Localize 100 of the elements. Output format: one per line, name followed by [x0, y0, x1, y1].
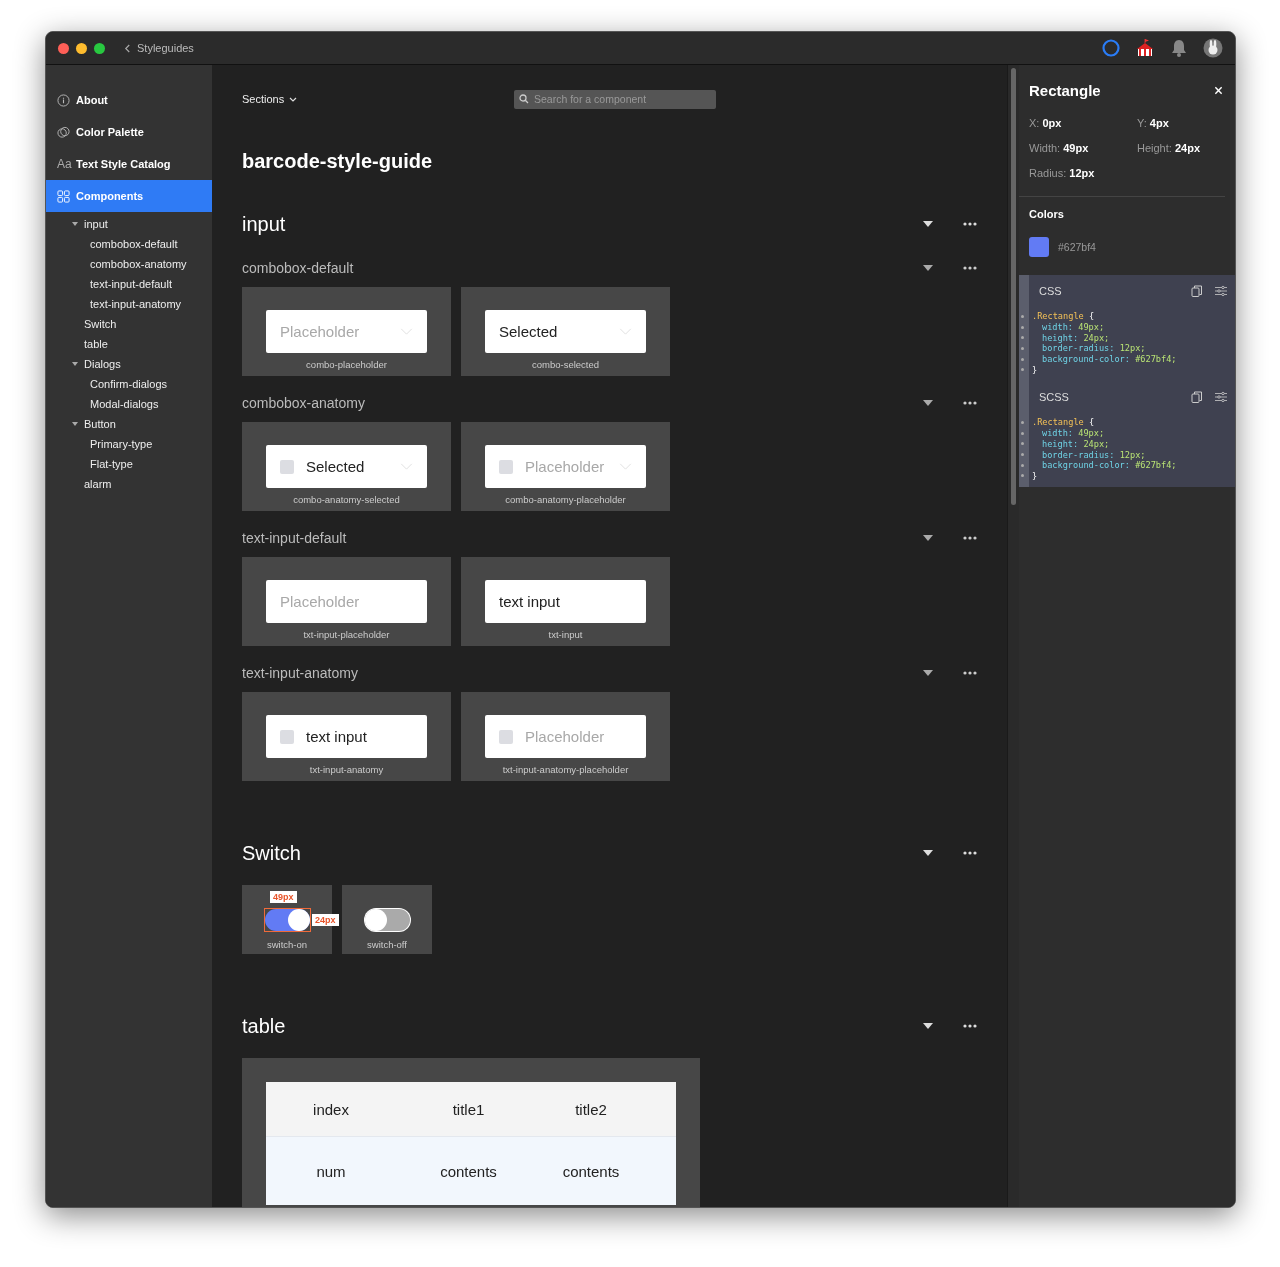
- caret-down-icon[interactable]: [923, 400, 933, 406]
- caret-down-icon[interactable]: [923, 1023, 933, 1029]
- close-icon[interactable]: [1214, 86, 1223, 95]
- tree-item[interactable]: text-input-default: [90, 278, 172, 290]
- tree-item[interactable]: Dialogs: [84, 358, 121, 370]
- tree-item[interactable]: alarm: [84, 478, 112, 490]
- tree-item[interactable]: Primary-type: [90, 438, 153, 450]
- table-header: index: [312, 1100, 350, 1118]
- sliders-icon[interactable]: [1215, 391, 1227, 404]
- copy-icon[interactable]: [1191, 391, 1203, 404]
- table-header: title2: [574, 1100, 608, 1118]
- sidebar-item[interactable]: Aa Text Style Catalog: [46, 148, 212, 180]
- code-line: .Rectangle {: [1032, 311, 1095, 322]
- tree-item[interactable]: Modal-dialogs: [90, 398, 159, 410]
- property-text: Height: 24px: [1137, 141, 1201, 156]
- tree-item[interactable]: Flat-type: [90, 458, 133, 470]
- text-input[interactable]: text input: [266, 715, 427, 758]
- page-title: barcode-style-guide: [242, 149, 434, 173]
- toggle-switch[interactable]: [264, 909, 310, 931]
- bell-icon[interactable]: [1169, 38, 1189, 58]
- checkbox[interactable]: [499, 729, 513, 744]
- tree-item[interactable]: combobox-anatomy: [90, 258, 187, 270]
- component-card[interactable]: Selected combo-selected: [461, 287, 670, 376]
- sidebar-item[interactable]: Color Palette: [46, 116, 212, 148]
- close-window-button[interactable]: [58, 42, 69, 54]
- property-text: Radius: 12px: [1029, 166, 1096, 181]
- property-text: Width: 49px: [1029, 141, 1090, 156]
- code-line: border-radius: 12px;: [1041, 449, 1146, 460]
- tree-item[interactable]: Button: [84, 418, 116, 430]
- more-icon[interactable]: [963, 851, 977, 855]
- checkbox[interactable]: [280, 729, 294, 744]
- scrollbar[interactable]: [1011, 68, 1016, 505]
- component-card[interactable]: text input txt-input-anatomy: [242, 692, 451, 781]
- expand-arrow-icon[interactable]: [72, 361, 78, 367]
- component-card[interactable]: Placeholder txt-input-placeholder: [242, 557, 451, 646]
- group-title: text-input-default: [242, 529, 348, 547]
- color-swatch[interactable]: [1029, 237, 1049, 257]
- sliders-icon[interactable]: [1215, 285, 1227, 297]
- ring-icon[interactable]: [1101, 38, 1121, 58]
- card-caption: switch-on: [266, 939, 308, 950]
- tree-item[interactable]: combobox-default: [90, 238, 178, 250]
- sections-dropdown[interactable]: Sections: [242, 93, 298, 105]
- code-line: width: 49px;: [1041, 428, 1105, 439]
- width-measure-label: 49px: [270, 891, 297, 903]
- code-line: background-color: #627bf4;: [1041, 354, 1177, 365]
- colors-heading: Colors: [1028, 207, 1065, 220]
- caret-down-icon[interactable]: [923, 221, 933, 227]
- code-language-label: CSS: [1039, 285, 1063, 297]
- component-card[interactable]: Selected combo-anatomy-selected: [242, 422, 451, 511]
- caret-down-icon[interactable]: [923, 850, 933, 856]
- component-card[interactable]: text input txt-input: [461, 557, 670, 646]
- maximize-window-button[interactable]: [94, 42, 105, 54]
- inspector-title: Rectangle: [1029, 82, 1102, 99]
- caret-down-icon[interactable]: [923, 265, 933, 271]
- tree-item[interactable]: input: [84, 218, 108, 230]
- component-card[interactable]: switch-off: [342, 885, 432, 954]
- card-caption: txt-input-placeholder: [303, 629, 390, 640]
- copy-icon[interactable]: [1191, 285, 1203, 297]
- height-measure-label: 24px: [312, 914, 339, 926]
- component-card[interactable]: Placeholder combo-placeholder: [242, 287, 451, 376]
- component-card[interactable]: Placeholder txt-input-anatomy-placeholder: [461, 692, 670, 781]
- tent-icon[interactable]: [1135, 38, 1155, 58]
- more-icon[interactable]: [963, 401, 977, 405]
- toggle-switch[interactable]: [364, 909, 410, 931]
- sidebar-item[interactable]: Components: [46, 180, 212, 212]
- palette-icon: [57, 125, 70, 139]
- section-title: input: [242, 212, 287, 236]
- combobox[interactable]: Selected: [485, 310, 646, 353]
- more-icon[interactable]: [963, 536, 977, 540]
- search-field[interactable]: Search for a component: [514, 89, 716, 109]
- tree-item[interactable]: text-input-anatomy: [90, 298, 182, 310]
- caret-down-icon[interactable]: [923, 535, 933, 541]
- more-icon[interactable]: [963, 671, 977, 675]
- component-card[interactable]: index title1 title2 num contents contents: [242, 1058, 700, 1207]
- tree-item[interactable]: table: [84, 338, 108, 350]
- group-title: combobox-anatomy: [242, 394, 366, 412]
- caret-down-icon[interactable]: [923, 670, 933, 676]
- more-icon[interactable]: [963, 266, 977, 270]
- card-caption: txt-input-anatomy: [309, 764, 384, 775]
- section-title: Switch: [242, 841, 302, 865]
- table-header: title1: [451, 1100, 486, 1118]
- back-icon[interactable]: [124, 43, 131, 53]
- more-icon[interactable]: [963, 1024, 977, 1028]
- checkbox[interactable]: [280, 459, 294, 474]
- code-line: width: 49px;: [1041, 322, 1105, 333]
- tree-item[interactable]: Confirm-dialogs: [90, 378, 168, 390]
- property-text: Y: 4px: [1137, 116, 1170, 131]
- section-title: table: [242, 1014, 287, 1038]
- more-icon[interactable]: [963, 222, 977, 226]
- sidebar-item[interactable]: About: [46, 84, 212, 116]
- combobox[interactable]: Selected: [266, 445, 427, 488]
- expand-arrow-icon[interactable]: [72, 421, 78, 427]
- avatar-icon[interactable]: [1203, 38, 1223, 58]
- minimize-window-button[interactable]: [76, 42, 87, 54]
- checkbox[interactable]: [499, 459, 513, 474]
- table-cell-text: contents: [561, 1162, 621, 1180]
- expand-arrow-icon[interactable]: [72, 221, 78, 227]
- component-card[interactable]: Placeholder combo-anatomy-placeholder: [461, 422, 670, 511]
- text-input[interactable]: text input: [485, 580, 646, 623]
- tree-item[interactable]: Switch: [84, 318, 117, 330]
